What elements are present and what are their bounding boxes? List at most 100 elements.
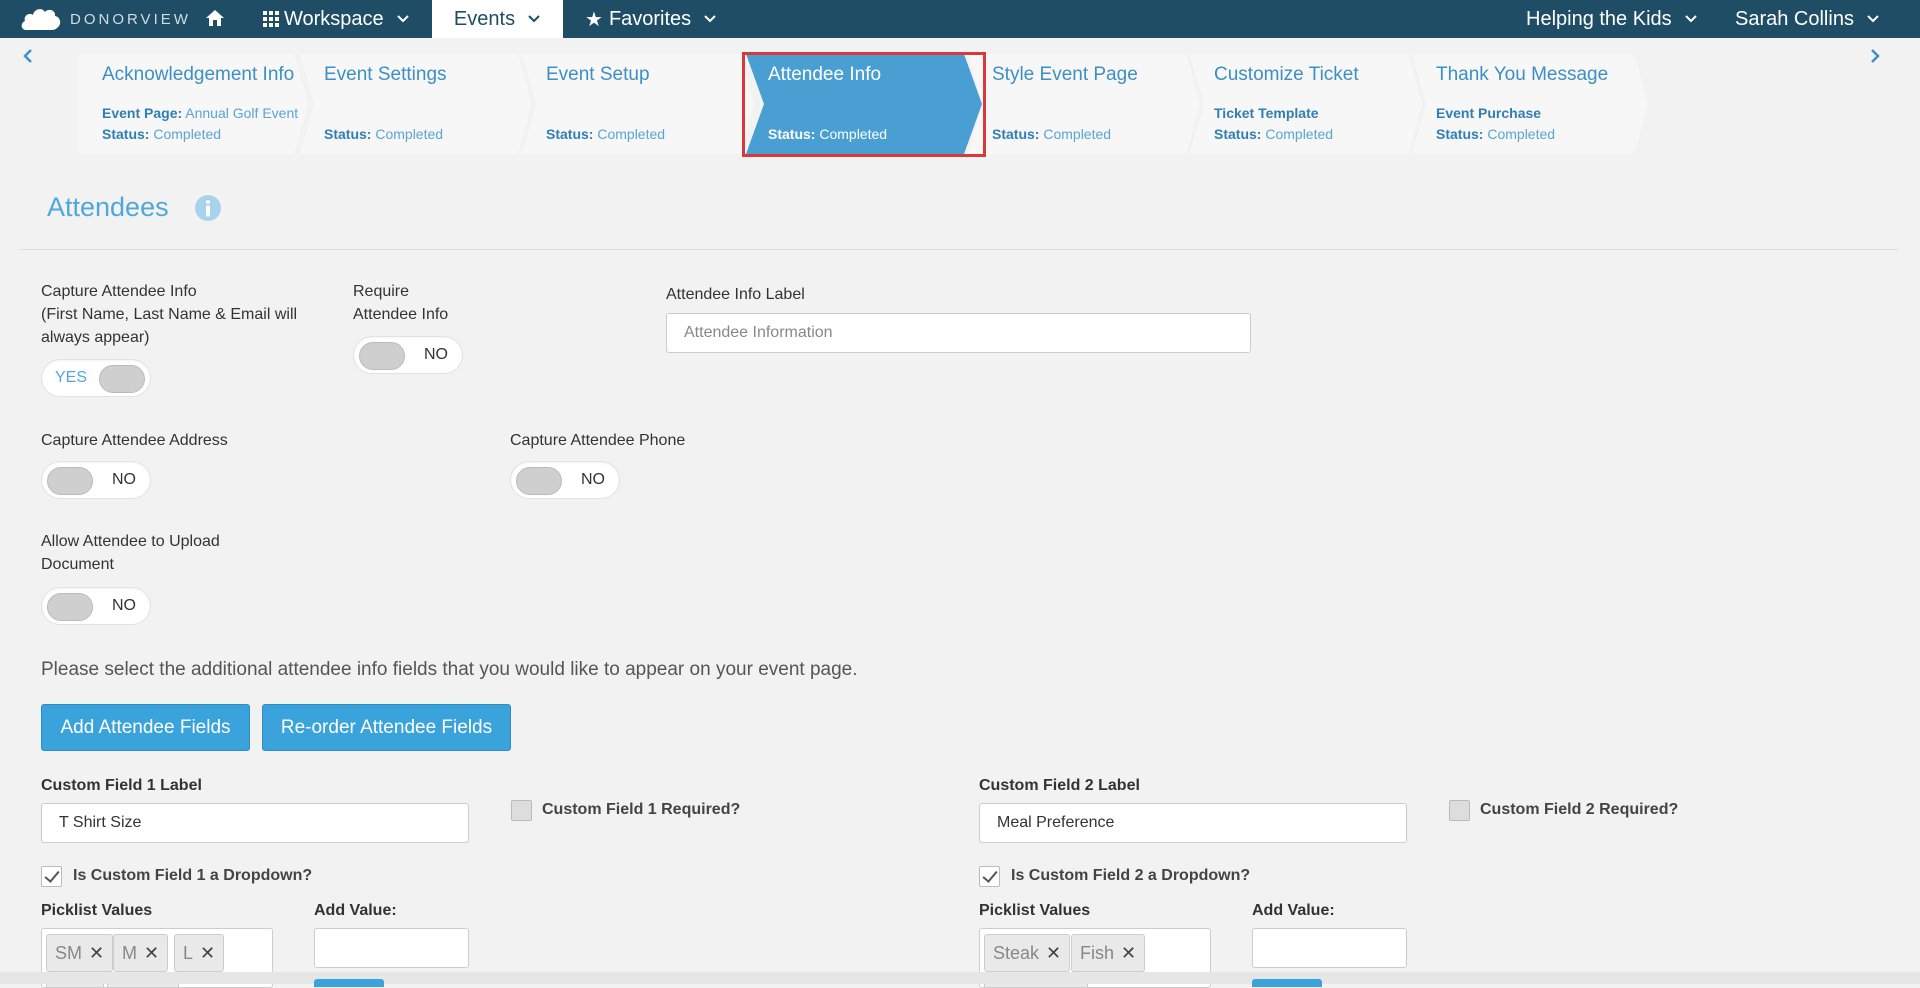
step-acknowledgement-info[interactable]: Acknowledgement Info Event Page: Annual … bbox=[78, 54, 308, 154]
capture-info-toggle[interactable]: YES bbox=[41, 359, 151, 397]
custom-field-2-dropdown-label: Is Custom Field 2 a Dropdown? bbox=[1011, 867, 1251, 884]
custom-field-2-dropdown-checkbox[interactable] bbox=[979, 866, 1000, 887]
step-status: Status: Completed bbox=[546, 126, 666, 142]
toggle-text: NO bbox=[581, 471, 605, 488]
custom-field-1-label: Custom Field 1 Label bbox=[41, 777, 202, 794]
chevron-left-icon[interactable] bbox=[20, 48, 36, 64]
nav-events[interactable]: Events bbox=[432, 0, 563, 38]
step-status: Status: Completed bbox=[1436, 126, 1556, 142]
nav-events-label: Events bbox=[453, 7, 516, 30]
active-step-highlight bbox=[742, 52, 986, 157]
toggle-text: NO bbox=[112, 471, 136, 488]
toggle-knob bbox=[47, 467, 93, 495]
chevron-down-icon bbox=[1867, 15, 1879, 23]
step-status: Status: Completed bbox=[992, 126, 1112, 142]
custom-field-2-add-value-input[interactable] bbox=[1252, 928, 1407, 968]
close-icon[interactable]: ✕ bbox=[89, 943, 104, 964]
custom-field-2-picklist-label: Picklist Values bbox=[979, 902, 1091, 919]
toggle-knob bbox=[99, 365, 145, 393]
step-title: Customize Ticket bbox=[1214, 64, 1359, 85]
step-detail: Event Page: Annual Golf Event bbox=[102, 105, 299, 121]
info-label-title: Attendee Info Label bbox=[666, 286, 805, 303]
step-customize-ticket[interactable]: Customize Ticket Ticket Template Status:… bbox=[1190, 54, 1422, 154]
step-event-setup[interactable]: Event Setup Status: Completed bbox=[522, 54, 754, 154]
custom-field-2-add-value-label: Add Value: bbox=[1252, 902, 1335, 919]
header-divider bbox=[20, 249, 1898, 250]
capture-address-toggle[interactable]: NO bbox=[41, 461, 151, 499]
capture-phone-toggle[interactable]: NO bbox=[510, 461, 620, 499]
nav-workspace-label: Workspace bbox=[284, 7, 384, 30]
custom-field-1-add-value-label: Add Value: bbox=[314, 902, 397, 919]
close-icon[interactable]: ✕ bbox=[200, 943, 215, 964]
custom-field-2-required-checkbox[interactable] bbox=[1449, 800, 1470, 821]
step-status: Status: Completed bbox=[324, 126, 444, 142]
upload-doc-toggle[interactable]: NO bbox=[41, 587, 151, 625]
toggle-knob bbox=[359, 342, 405, 370]
capture-phone-label: Capture Attendee Phone bbox=[510, 432, 686, 449]
toggle-text: NO bbox=[112, 597, 136, 614]
custom-field-1-dropdown-label: Is Custom Field 1 a Dropdown? bbox=[73, 867, 313, 884]
chevron-down-icon bbox=[1684, 15, 1697, 23]
bottom-scroll-edge bbox=[0, 972, 1920, 984]
custom-field-1-picklist-label: Picklist Values bbox=[41, 902, 153, 919]
picklist-value-pill: L ✕ bbox=[174, 934, 225, 972]
step-title: Thank You Message bbox=[1436, 64, 1609, 85]
nav-workspace[interactable]: Workspace bbox=[262, 0, 410, 38]
custom-field-1-add-button[interactable] bbox=[314, 979, 384, 987]
add-attendee-fields-button[interactable]: Add Attendee Fields bbox=[41, 704, 250, 751]
info-icon[interactable] bbox=[194, 194, 222, 222]
step-style-event-page[interactable]: Style Event Page Status: Completed bbox=[968, 54, 1200, 154]
custom-field-1-add-value-input[interactable] bbox=[314, 928, 469, 968]
custom-field-1-required-label: Custom Field 1 Required? bbox=[542, 801, 741, 818]
chevron-down-icon bbox=[704, 15, 716, 23]
step-title: Style Event Page bbox=[992, 64, 1138, 85]
toggle-text: YES bbox=[55, 369, 88, 386]
picklist-value-pill: M ✕ bbox=[113, 934, 169, 972]
step-event-settings[interactable]: Event Settings Status: Completed bbox=[300, 54, 532, 154]
custom-field-1-input[interactable]: T Shirt Size bbox=[41, 803, 469, 843]
close-icon[interactable]: ✕ bbox=[1046, 943, 1061, 964]
cloud-logo-icon bbox=[21, 9, 61, 30]
attendee-info-label-input[interactable]: Attendee Information bbox=[666, 313, 1251, 353]
toggle-knob bbox=[516, 467, 562, 495]
step-detail: Event Purchase bbox=[1436, 105, 1542, 121]
capture-address-label: Capture Attendee Address bbox=[41, 432, 228, 449]
step-thank-you-message[interactable]: Thank You Message Event Purchase Status:… bbox=[1412, 54, 1648, 154]
donorview-logo[interactable]: DONORVIEW bbox=[20, 4, 191, 34]
step-title: Event Setup bbox=[546, 64, 650, 85]
picklist-value-pill: Steak ✕ bbox=[984, 934, 1071, 972]
custom-field-2-input[interactable]: Meal Preference bbox=[979, 803, 1407, 843]
step-title: Acknowledgement Info bbox=[102, 64, 295, 85]
custom-field-1-required-checkbox[interactable] bbox=[511, 800, 532, 821]
instructions-text: Please select the additional attendee in… bbox=[41, 659, 858, 680]
home-icon[interactable] bbox=[205, 8, 225, 28]
custom-field-2-label: Custom Field 2 Label bbox=[979, 777, 1140, 794]
picklist-value-pill: SM ✕ bbox=[46, 934, 114, 972]
step-title: Event Settings bbox=[324, 64, 447, 85]
nav-org-switcher[interactable]: Helping the Kids bbox=[1526, 0, 1698, 38]
nav-favorites-label: Favorites bbox=[608, 7, 692, 30]
nav-user-menu[interactable]: Sarah Collins bbox=[1735, 0, 1880, 38]
step-status: Status: Completed bbox=[102, 126, 222, 142]
nav-org-label: Helping the Kids bbox=[1526, 7, 1672, 30]
require-info-toggle[interactable]: NO bbox=[353, 336, 463, 374]
close-icon[interactable]: ✕ bbox=[1121, 943, 1136, 964]
chevron-right-icon[interactable] bbox=[1867, 48, 1883, 64]
toggle-text: NO bbox=[424, 346, 448, 363]
upload-doc-label: Allow Attendee to Upload Document bbox=[41, 533, 220, 573]
toggle-knob bbox=[47, 593, 93, 621]
logo-text: DONORVIEW bbox=[70, 10, 191, 28]
grid-icon bbox=[263, 11, 279, 27]
top-nav: DONORVIEW Workspace Events ★ Favorites H… bbox=[0, 0, 1920, 38]
nav-user-label: Sarah Collins bbox=[1735, 7, 1854, 30]
step-detail: Ticket Template bbox=[1214, 105, 1319, 121]
close-icon[interactable]: ✕ bbox=[144, 943, 159, 964]
custom-field-1-dropdown-checkbox[interactable] bbox=[41, 866, 62, 887]
require-info-label: Require Attendee Info bbox=[353, 283, 449, 323]
nav-favorites[interactable]: ★ Favorites bbox=[585, 0, 717, 38]
custom-field-2-required-label: Custom Field 2 Required? bbox=[1480, 801, 1679, 818]
picklist-value-pill: Fish ✕ bbox=[1071, 934, 1146, 972]
custom-field-2-add-button[interactable] bbox=[1252, 979, 1322, 987]
chevron-down-icon bbox=[528, 15, 540, 23]
reorder-attendee-fields-button[interactable]: Re-order Attendee Fields bbox=[262, 704, 511, 751]
